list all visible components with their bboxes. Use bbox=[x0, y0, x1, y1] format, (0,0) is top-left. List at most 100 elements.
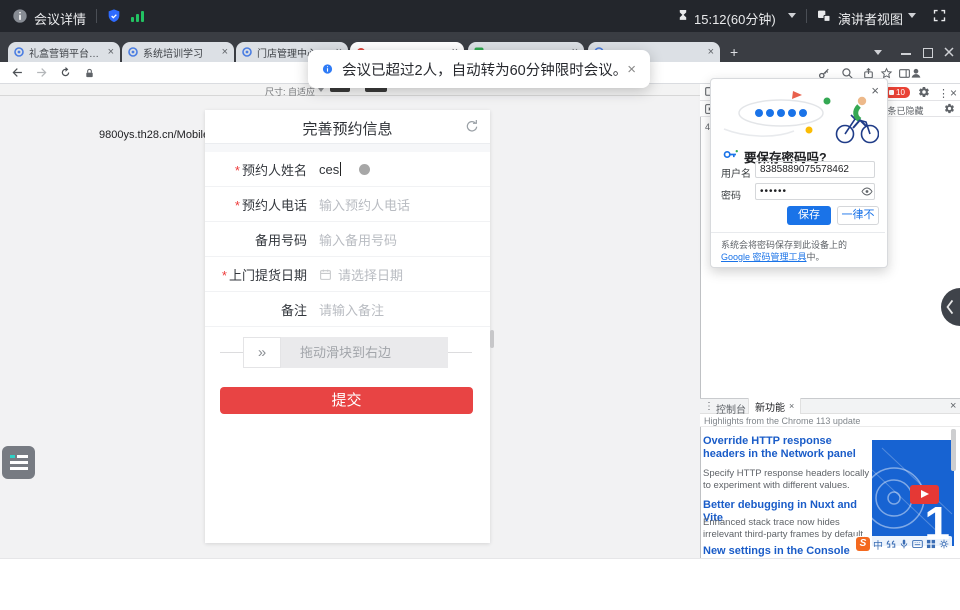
field-label: 预约人姓名 bbox=[242, 163, 307, 178]
issues-badge-icon bbox=[889, 90, 894, 95]
window-maximize-icon[interactable] bbox=[923, 48, 933, 58]
field-row-phone[interactable]: *预约人电话 输入预约人电话 bbox=[205, 187, 490, 222]
meeting-window: 会议详情 15:12(60分钟) 演讲者视图 礼盒营销平台管理中心 × 系统培训… bbox=[0, 0, 960, 610]
field-label: 备注 bbox=[281, 303, 307, 318]
ime-toolbar[interactable]: S 中 bbox=[853, 536, 952, 552]
sogou-logo[interactable]: S bbox=[856, 537, 870, 551]
ime-mode-label[interactable]: 中 bbox=[873, 537, 883, 552]
device-size-label[interactable]: 尺寸: 自适应 bbox=[265, 85, 315, 98]
devtools-scrollbar[interactable] bbox=[951, 429, 956, 471]
password-illustration bbox=[719, 89, 879, 145]
password-input[interactable]: •••••• bbox=[755, 183, 875, 200]
touch-cursor-dot bbox=[359, 164, 370, 175]
password-manager-link[interactable]: Google 密码管理工具 bbox=[721, 252, 807, 262]
save-button[interactable]: 保存 bbox=[787, 206, 831, 225]
tab-2[interactable]: 系统培训学习 × bbox=[122, 42, 234, 62]
profile-avatar[interactable] bbox=[909, 66, 923, 80]
booking-form-card: 完善预约信息 *预约人姓名 ces *预约人电话 输入预约人电话 备用号码 输入… bbox=[205, 110, 490, 543]
article-title[interactable]: Override HTTP response headers in the Ne… bbox=[703, 435, 875, 461]
signal-strength-icon[interactable] bbox=[130, 9, 146, 23]
ime-settings-icon[interactable] bbox=[939, 539, 949, 549]
new-tab-button[interactable]: + bbox=[730, 45, 738, 59]
tab-favicon bbox=[242, 47, 252, 57]
reload-button[interactable] bbox=[58, 65, 73, 80]
google-key-icon bbox=[723, 148, 738, 161]
calendar-icon bbox=[319, 268, 332, 281]
article-body: Specify HTTP response headers locally to… bbox=[703, 468, 871, 492]
meeting-float-button[interactable] bbox=[2, 446, 35, 479]
drawer-more-icon[interactable]: ⋮ bbox=[704, 401, 714, 412]
ime-punctuation-icon[interactable] bbox=[886, 539, 896, 549]
meeting-timer[interactable]: 15:12(60分钟) bbox=[694, 9, 776, 28]
banner-info-icon bbox=[322, 60, 333, 78]
devtools-settings-icon[interactable] bbox=[918, 86, 930, 98]
console-settings-icon[interactable] bbox=[944, 103, 955, 114]
captcha-slider[interactable]: 拖动滑块到右边 » bbox=[243, 337, 448, 368]
username-input[interactable]: 8385889075578462 bbox=[755, 161, 875, 178]
password-label: 密码 bbox=[721, 187, 741, 202]
tab-whats-new[interactable]: 新功能 × bbox=[748, 398, 801, 414]
save-password-dialog: × 要保存密码吗? 用户名 8385889075578462 密码 ••••••… bbox=[710, 78, 888, 268]
never-button[interactable]: 一律不 bbox=[837, 206, 879, 225]
show-password-eye-icon[interactable] bbox=[861, 187, 873, 196]
field-placeholder[interactable]: 请选择日期 bbox=[338, 265, 403, 284]
meeting-info-icon[interactable] bbox=[12, 8, 28, 24]
divider bbox=[448, 352, 472, 353]
ime-mic-icon[interactable] bbox=[899, 539, 909, 549]
device-size-caret-icon[interactable] bbox=[318, 88, 324, 92]
meeting-top-bar: 会议详情 15:12(60分钟) 演讲者视图 bbox=[0, 0, 960, 32]
fullscreen-icon[interactable] bbox=[932, 8, 947, 23]
view-layout-icon[interactable] bbox=[816, 8, 832, 24]
window-minimize-icon[interactable] bbox=[901, 53, 911, 55]
tab-close-icon[interactable]: × bbox=[708, 46, 714, 58]
window-menu-caret-icon[interactable] bbox=[874, 50, 882, 55]
whats-new-subtitle: Highlights from the Chrome 113 update bbox=[704, 416, 860, 426]
divider bbox=[205, 144, 490, 152]
field-placeholder[interactable]: 输入备用号码 bbox=[319, 230, 397, 249]
submit-button[interactable]: 提交 bbox=[220, 387, 473, 414]
field-row-name[interactable]: *预约人姓名 ces bbox=[205, 152, 490, 187]
drawer-close-icon[interactable]: × bbox=[950, 400, 956, 412]
field-label: 备用号码 bbox=[255, 233, 307, 248]
tab-close-icon[interactable]: × bbox=[789, 401, 794, 411]
tab-close-icon[interactable]: × bbox=[108, 46, 114, 58]
field-placeholder[interactable]: 请输入备注 bbox=[319, 300, 384, 319]
field-label: 预约人电话 bbox=[242, 198, 307, 213]
devtools-close-icon[interactable]: × bbox=[950, 86, 957, 100]
forward-button[interactable] bbox=[34, 65, 49, 80]
meeting-notification-banner: 会议已超过2人，自动转为60分钟限时会议。 × bbox=[308, 50, 650, 88]
chevron-left-icon bbox=[945, 298, 955, 316]
tab-favicon bbox=[14, 47, 24, 57]
tab-1[interactable]: 礼盒营销平台管理中心 × bbox=[8, 42, 120, 62]
text-caret bbox=[340, 162, 341, 176]
tab-close-icon[interactable]: × bbox=[222, 46, 228, 58]
chrome-update-graphic: 1 bbox=[872, 440, 954, 546]
list-icon bbox=[10, 455, 15, 458]
slider-handle[interactable]: » bbox=[243, 337, 281, 368]
meeting-control-bar: 解除静音 开启视频 共享屏幕 邀请 成员(4) 聊天 录制 bbox=[0, 558, 960, 610]
field-row-remark[interactable]: 备注 请输入备注 bbox=[205, 292, 490, 327]
view-caret-icon[interactable] bbox=[908, 13, 916, 18]
ime-toolbox-icon[interactable] bbox=[926, 539, 936, 549]
divider bbox=[806, 9, 807, 23]
ime-keyboard-icon[interactable] bbox=[912, 539, 923, 549]
timer-caret-icon[interactable] bbox=[788, 13, 796, 18]
field-value[interactable]: ces bbox=[319, 162, 339, 177]
banner-text: 会议已超过2人，自动转为60分钟限时会议。 bbox=[342, 59, 627, 80]
shield-check-icon[interactable] bbox=[106, 8, 122, 24]
divider bbox=[711, 232, 885, 233]
page-scrollbar[interactable] bbox=[490, 330, 494, 348]
meeting-title: 会议详情 bbox=[34, 9, 86, 28]
back-button[interactable] bbox=[10, 65, 25, 80]
view-mode-label[interactable]: 演讲者视图 bbox=[838, 9, 903, 28]
banner-close-icon[interactable]: × bbox=[627, 61, 636, 78]
devtools-more-icon[interactable]: ⋮ bbox=[938, 87, 949, 100]
field-row-backup-phone[interactable]: 备用号码 输入备用号码 bbox=[205, 222, 490, 257]
field-placeholder[interactable]: 输入预约人电话 bbox=[319, 195, 410, 214]
undo-icon[interactable] bbox=[464, 118, 480, 134]
window-close-icon[interactable] bbox=[944, 47, 954, 57]
article-title[interactable]: New settings in the Console bbox=[703, 545, 875, 558]
article-body: Enhanced stack trace now hides irrelevan… bbox=[703, 517, 871, 541]
lock-icon[interactable] bbox=[84, 68, 95, 79]
field-row-pickup-date[interactable]: *上门提货日期 请选择日期 bbox=[205, 257, 490, 292]
